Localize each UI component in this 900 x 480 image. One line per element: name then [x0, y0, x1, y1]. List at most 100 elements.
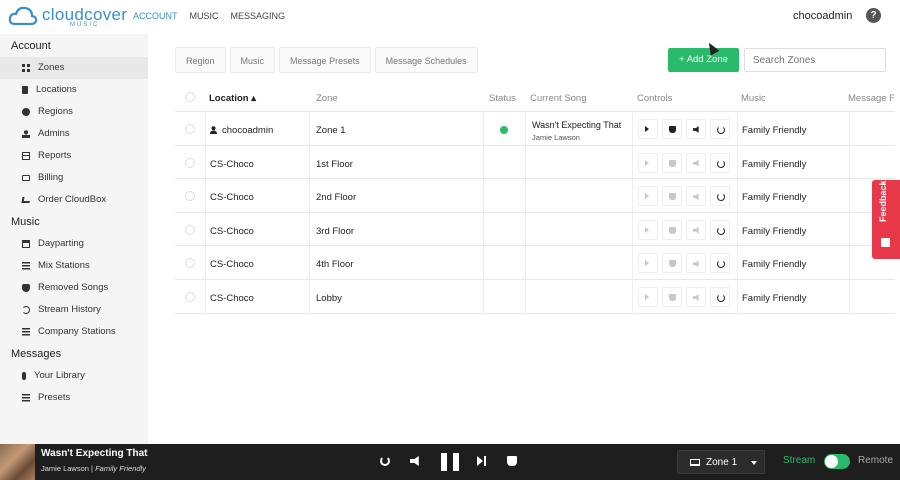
volume-icon[interactable]	[410, 456, 419, 466]
thumbs-down-button[interactable]	[662, 186, 682, 207]
skip-next-icon[interactable]	[477, 456, 486, 466]
sidebar-section-music: Music	[11, 216, 40, 228]
history-button[interactable]	[710, 286, 730, 307]
row-checkbox[interactable]	[185, 258, 195, 269]
sidebar-item-label: Company Stations	[38, 326, 116, 337]
table-row[interactable]: CS-Choco 3rd Floor Family Friendly	[175, 212, 895, 247]
filter-region-button[interactable]: Region	[175, 47, 226, 73]
cell-zone: 3rd Floor	[316, 225, 355, 237]
thumbs-down-button[interactable]	[662, 253, 682, 274]
sidebar-item-stream-history[interactable]: Stream History	[0, 299, 148, 321]
column-current-song[interactable]: Current Song	[530, 93, 587, 104]
filter-music-button[interactable]: Music	[229, 47, 276, 73]
pause-icon[interactable]	[441, 453, 459, 471]
thumbs-down-button[interactable]	[662, 119, 682, 139]
sidebar-item-reports[interactable]: Reports	[0, 145, 148, 167]
column-zone[interactable]: Zone	[316, 93, 338, 104]
feedback-tab[interactable]: Feedback	[872, 180, 900, 259]
filter-message-presets-button[interactable]: Message Presets	[279, 47, 371, 73]
volume-button[interactable]	[686, 286, 706, 307]
sidebar-item-dayparting[interactable]: Dayparting	[0, 233, 148, 255]
cell-music[interactable]: Family Friendly	[742, 125, 806, 136]
sidebar-item-regions[interactable]: Regions	[0, 101, 148, 123]
skip-next-icon	[645, 260, 649, 267]
search-zones-input[interactable]	[744, 48, 886, 72]
sidebar-item-admins[interactable]: Admins	[0, 123, 148, 145]
add-zone-button[interactable]: + Add Zone	[668, 48, 739, 72]
username-menu[interactable]: chocoadmin	[793, 10, 852, 22]
zone-selector[interactable]: Zone 1	[677, 450, 765, 474]
nav-music[interactable]: MUSIC	[190, 11, 219, 21]
table-body: chocoadmin Zone 1 Wasn't Expecting That Jam…	[175, 112, 895, 314]
history-button[interactable]	[710, 186, 730, 207]
table-row[interactable]: chocoadmin Zone 1 Wasn't Expecting That Jam…	[175, 112, 895, 146]
volume-button[interactable]	[686, 186, 706, 207]
remote-label: Remote	[858, 455, 894, 466]
column-controls: Controls	[637, 93, 673, 104]
volume-button[interactable]	[686, 253, 706, 274]
thumbs-down-button[interactable]	[662, 286, 682, 307]
column-message[interactable]: Message F	[848, 93, 895, 104]
thumbs-down-button[interactable]	[662, 152, 682, 173]
cell-music[interactable]: Family Friendly	[742, 192, 806, 203]
table-row[interactable]: CS-Choco Lobby Family Friendly	[175, 279, 895, 314]
sidebar-item-zones[interactable]: Zones	[0, 57, 148, 79]
volume-icon	[693, 226, 699, 234]
cart-icon	[21, 197, 31, 203]
sidebar-item-billing[interactable]: Billing	[0, 167, 148, 189]
select-all-checkbox[interactable]	[185, 92, 195, 102]
table-row[interactable]: CS-Choco 1st Floor Family Friendly	[175, 145, 895, 180]
row-checkbox[interactable]	[185, 224, 195, 235]
player-station[interactable]: Family Friendly	[95, 464, 146, 473]
sidebar-item-company-stations[interactable]: Company Stations	[0, 321, 148, 343]
cell-controls	[638, 119, 730, 139]
table-row[interactable]: CS-Choco 2nd Floor Family Friendly	[175, 179, 895, 213]
volume-button[interactable]	[686, 219, 706, 240]
cell-music[interactable]: Family Friendly	[742, 293, 806, 304]
row-checkbox[interactable]	[185, 291, 195, 302]
skip-button[interactable]	[638, 152, 658, 173]
row-checkbox[interactable]	[185, 157, 195, 168]
nav-account[interactable]: ACCOUNT	[133, 11, 178, 21]
skip-button[interactable]	[638, 186, 658, 207]
stream-remote-toggle[interactable]	[824, 454, 850, 469]
sidebar-item-locations[interactable]: Locations	[0, 79, 148, 101]
sidebar-item-mix-stations[interactable]: Mix Stations	[0, 255, 148, 277]
cell-music[interactable]: Family Friendly	[742, 159, 806, 170]
help-icon[interactable]: ?	[866, 8, 881, 23]
cell-location: CS-Choco	[210, 259, 254, 270]
volume-button[interactable]	[686, 119, 706, 139]
caret-down-icon	[751, 461, 757, 465]
table-header: Location ▴ Zone Status Current Song Cont…	[175, 84, 895, 112]
cell-music[interactable]: Family Friendly	[742, 259, 806, 270]
skip-button[interactable]	[638, 219, 658, 240]
nav-messaging[interactable]: MESSAGING	[231, 11, 286, 21]
sidebar-item-removed-songs[interactable]: Removed Songs	[0, 277, 148, 299]
history-icon[interactable]	[380, 456, 390, 466]
column-status[interactable]: Status	[489, 93, 516, 104]
history-button[interactable]	[710, 119, 730, 139]
sidebar-item-your-library[interactable]: Your Library	[0, 365, 148, 387]
filter-message-schedules-button[interactable]: Message Schedules	[374, 47, 478, 73]
location-name: CS-Choco	[210, 192, 254, 204]
cloudcover-logo[interactable]: cloudcover MUSIC	[8, 4, 127, 30]
history-button[interactable]	[710, 152, 730, 173]
skip-button[interactable]	[638, 119, 658, 139]
table-row[interactable]: CS-Choco 4th Floor Family Friendly	[175, 246, 895, 280]
column-music[interactable]: Music	[741, 93, 766, 104]
sidebar-item-order-cloudbox[interactable]: Order CloudBox	[0, 189, 148, 211]
top-nav: ACCOUNT MUSIC MESSAGING	[133, 11, 285, 21]
thumbs-down-button[interactable]	[662, 219, 682, 240]
skip-button[interactable]	[638, 253, 658, 274]
history-button[interactable]	[710, 219, 730, 240]
row-checkbox[interactable]	[185, 124, 195, 134]
row-checkbox[interactable]	[185, 191, 195, 202]
thumbs-down-icon[interactable]	[507, 456, 517, 466]
sidebar-section-account: Account	[11, 40, 51, 52]
column-location[interactable]: Location ▴	[209, 93, 256, 104]
sidebar-item-presets[interactable]: Presets	[0, 387, 148, 409]
history-button[interactable]	[710, 253, 730, 274]
cell-music[interactable]: Family Friendly	[742, 226, 806, 237]
skip-button[interactable]	[638, 286, 658, 307]
volume-button[interactable]	[686, 152, 706, 173]
